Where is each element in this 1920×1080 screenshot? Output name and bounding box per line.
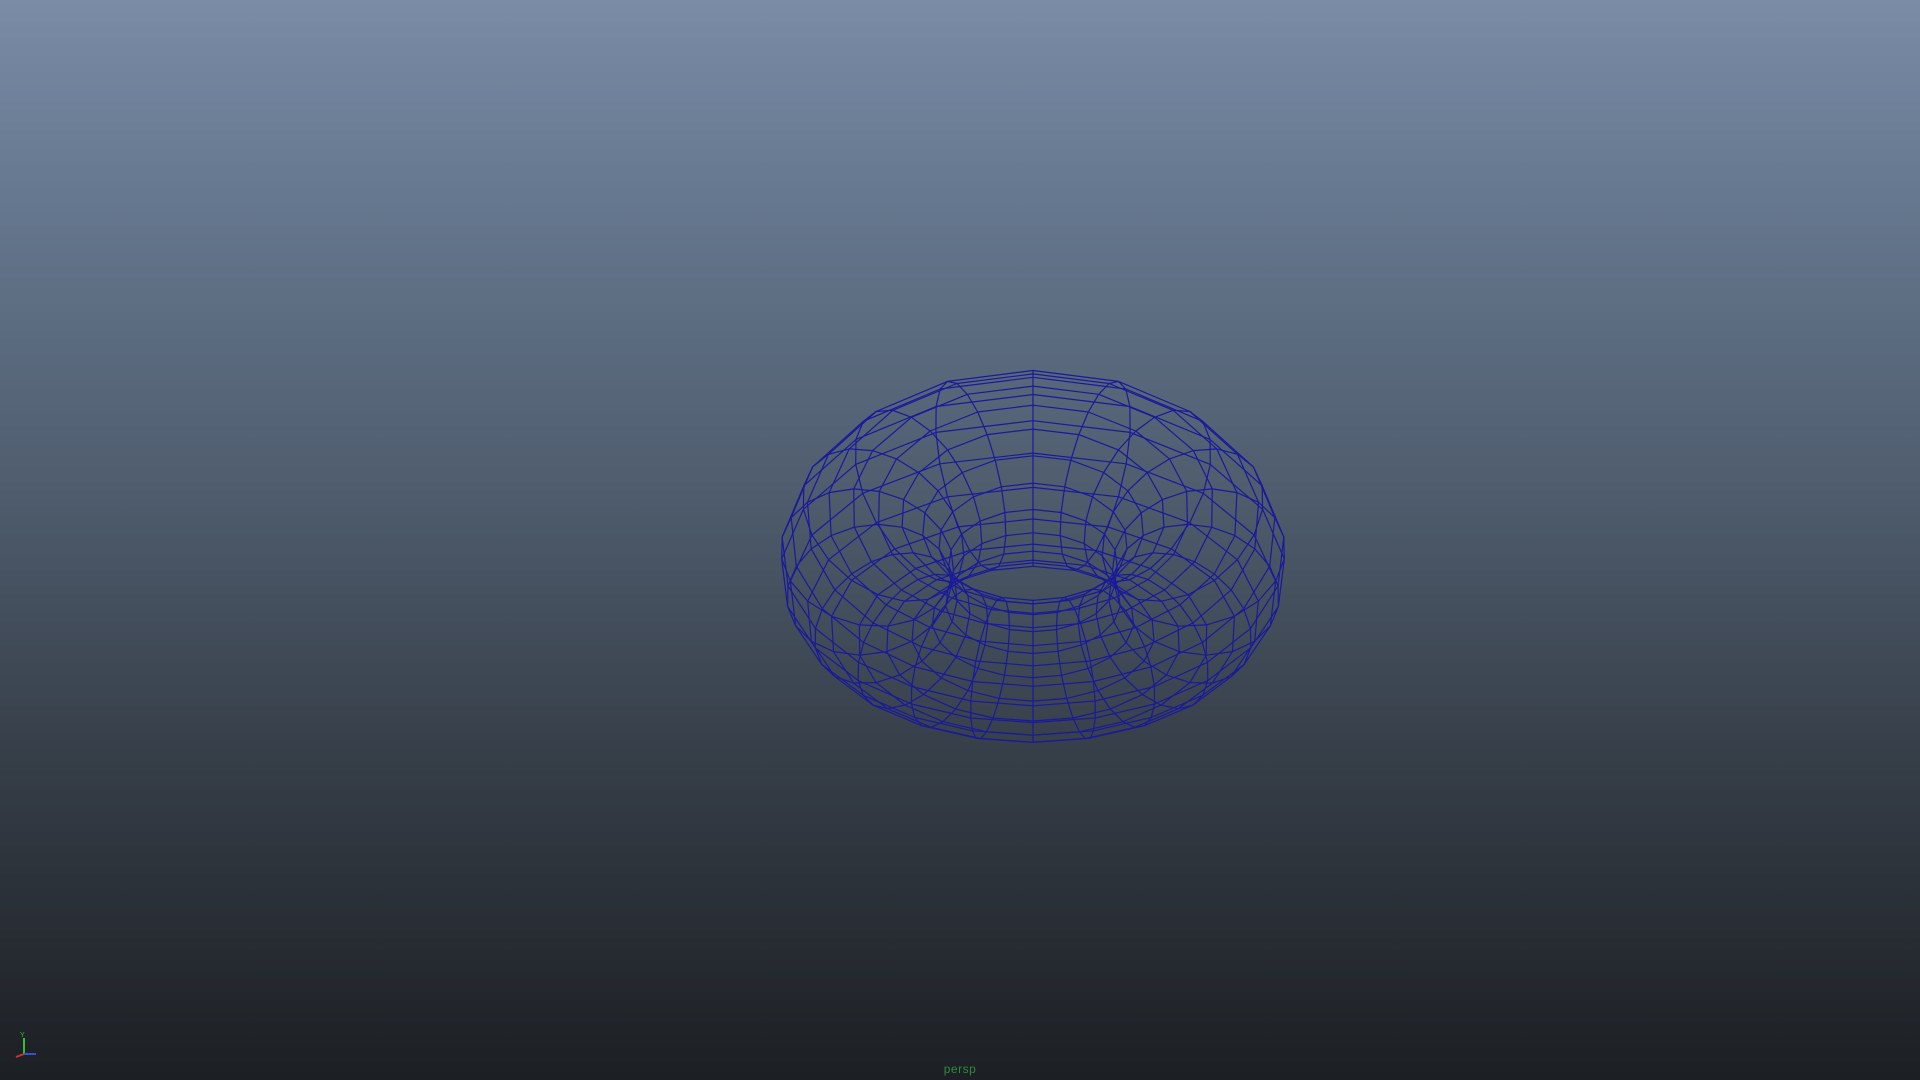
axis-y-label: Y bbox=[20, 1032, 25, 1039]
torus-edges bbox=[781, 369, 1285, 743]
torus-wireframe[interactable] bbox=[0, 0, 1920, 1080]
3d-viewport[interactable]: Y persp bbox=[0, 0, 1920, 1080]
axis-gizmo-icon: Y bbox=[15, 1032, 36, 1058]
axis-x-line bbox=[15, 1053, 25, 1058]
camera-name-label: persp bbox=[943, 1062, 977, 1076]
